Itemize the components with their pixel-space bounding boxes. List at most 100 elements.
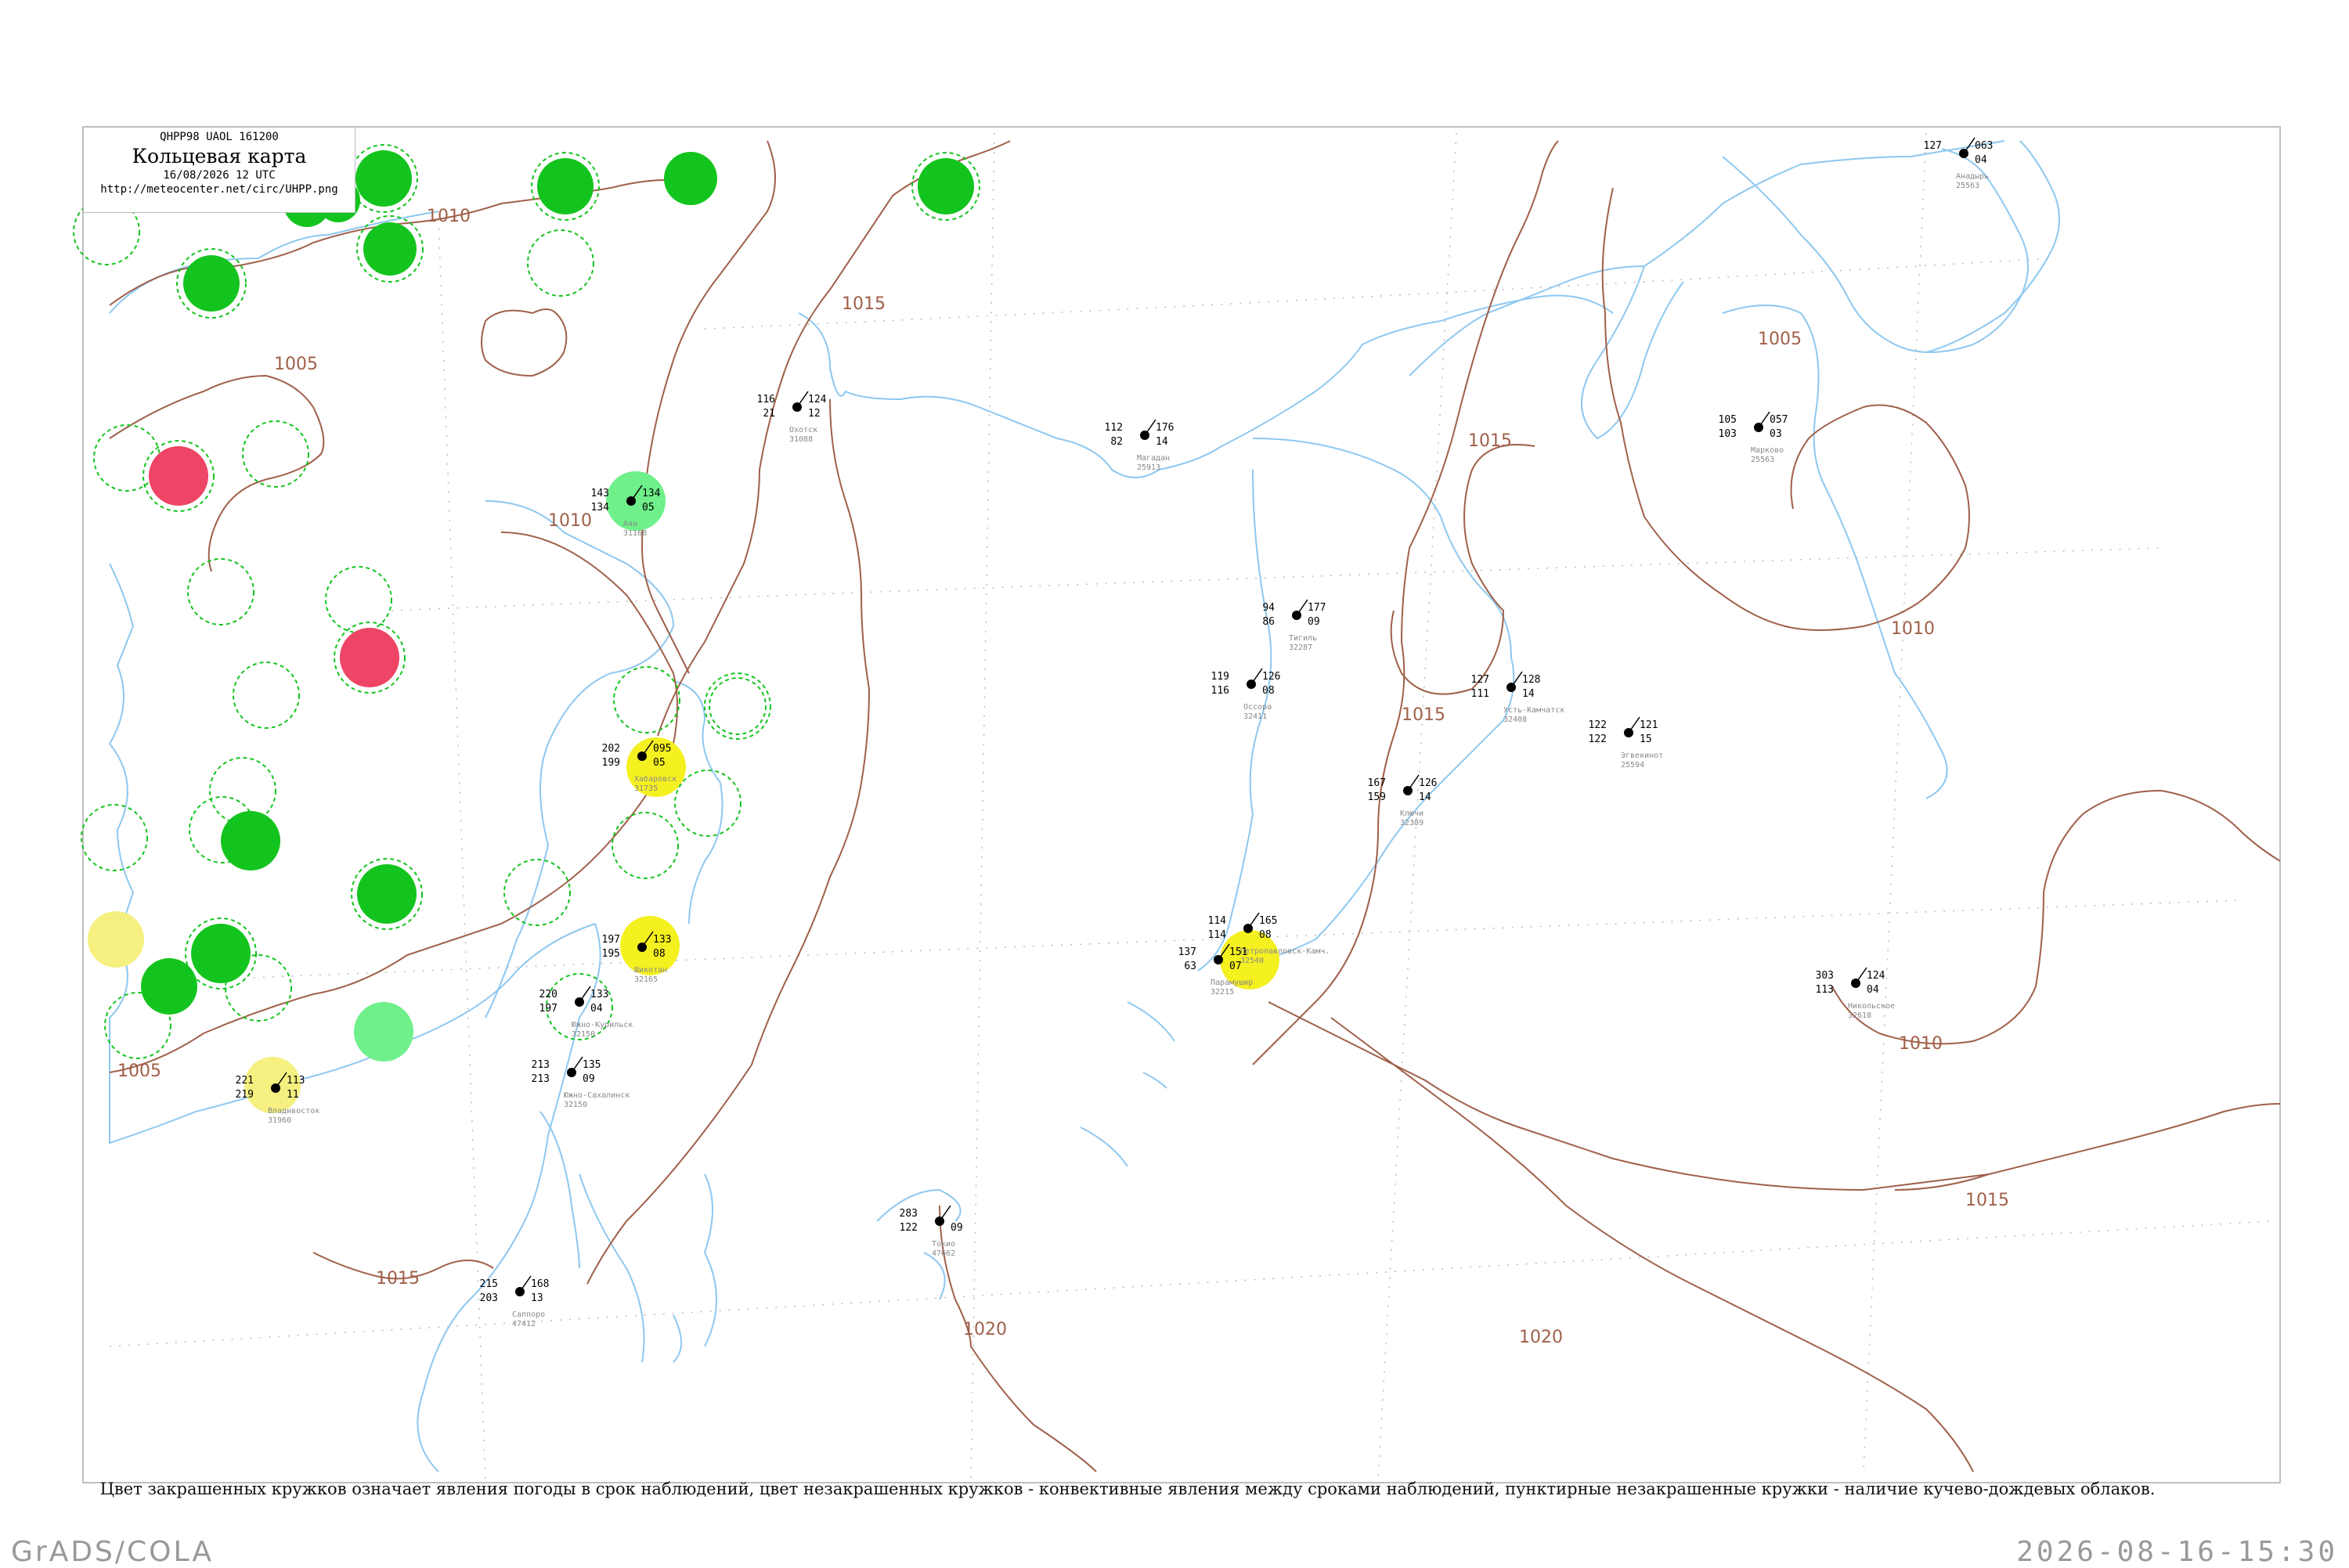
- station-d: 82: [1110, 436, 1123, 448]
- wind-barb-icon: [571, 1056, 583, 1073]
- station-t: 213: [532, 1059, 550, 1071]
- isobar-labels: 1010 1005 1010 1015 1005 1015 1005 1015 …: [117, 207, 2009, 1347]
- station-name: Аян: [623, 520, 637, 528]
- station-p: 135: [583, 1059, 601, 1071]
- station-id: 32408: [1503, 716, 1527, 724]
- station-name: Саппоро: [512, 1310, 545, 1319]
- station-plot: 127 128 111 14 Усть-Камчатск32408: [1471, 671, 1564, 724]
- wind-barb-icon: [519, 1275, 532, 1292]
- station-d: 113: [1816, 984, 1834, 996]
- station-plot: 94 177 86 09 Тигиль32287: [1262, 599, 1326, 652]
- red-circle: [340, 628, 399, 687]
- station-p: 151: [1229, 946, 1247, 958]
- station-d: 134: [591, 502, 610, 514]
- station-x2: 03: [1770, 428, 1782, 440]
- station-x2: 08: [653, 948, 666, 960]
- dashed-circle: [81, 804, 148, 871]
- station-id: 31168: [623, 529, 647, 538]
- station-plot: 303 124 113 04 Никольское32618: [1816, 967, 1895, 1020]
- timestamp-label: 2026-08-16-15:30: [2016, 1536, 2338, 1568]
- station-id: 32150: [572, 1030, 595, 1039]
- wind-barb-icon: [1250, 668, 1263, 685]
- map-title: Кольцевая карта: [132, 145, 307, 168]
- station-p: 133: [653, 934, 671, 946]
- station-d: 122: [1589, 734, 1607, 745]
- isobar-label: 1020: [1519, 1328, 1563, 1347]
- green-circle: [363, 222, 417, 276]
- station-t: 127: [1924, 140, 1942, 152]
- station-t: 105: [1719, 414, 1737, 426]
- yellow-circle: [88, 911, 144, 968]
- station-id: 32618: [1848, 1011, 1871, 1020]
- wind-barb-icon: [1628, 716, 1640, 734]
- station-id: 25594: [1621, 761, 1644, 770]
- station-x2: 13: [531, 1292, 543, 1304]
- station-p: 133: [590, 989, 608, 1000]
- map-datetime: 16/08/2026 12 UTC: [163, 169, 276, 182]
- dashed-circle: [503, 859, 571, 926]
- station-x2: 14: [1522, 688, 1535, 700]
- station-name: Охотск: [789, 426, 817, 434]
- station-t: 112: [1105, 422, 1123, 434]
- station-p: 124: [1867, 970, 1885, 982]
- grads-label: GrADS/COLA: [11, 1536, 215, 1568]
- station-id: 32287: [1289, 643, 1312, 652]
- station-t: 283: [900, 1208, 918, 1220]
- green-circle: [191, 924, 251, 983]
- isobar-label: 1005: [274, 355, 318, 374]
- station-p: 176: [1156, 422, 1174, 434]
- green-circle: [664, 152, 717, 205]
- station-p: 121: [1640, 719, 1658, 731]
- isobar-label: 1005: [117, 1062, 161, 1081]
- isobar-label: 1010: [1891, 619, 1935, 639]
- station-x2: 09: [1308, 616, 1320, 628]
- station-plot: 283 122 09 Токио47662: [900, 1205, 963, 1258]
- station-t: 303: [1816, 970, 1834, 982]
- dashed-circle: [612, 812, 679, 879]
- station-d: 114: [1208, 929, 1227, 941]
- station-x2: 08: [1259, 929, 1272, 941]
- station-p: 095: [653, 743, 671, 755]
- station-t: 122: [1589, 719, 1607, 731]
- dashed-circle: [709, 677, 767, 735]
- isobar-label: 1010: [427, 207, 471, 226]
- isobar-label: 1010: [1899, 1034, 1943, 1054]
- station-t: 116: [757, 394, 775, 406]
- station-x2: 04: [1975, 154, 1987, 166]
- wind-barb-icon: [1855, 967, 1867, 984]
- station-p: 126: [1419, 777, 1437, 789]
- station-id: 32150: [564, 1101, 587, 1109]
- green-circle: [918, 158, 974, 214]
- station-x2: 14: [1156, 436, 1168, 448]
- station-id: 25913: [1137, 463, 1160, 472]
- station-d: 199: [602, 757, 620, 769]
- dashed-circle: [674, 770, 742, 837]
- dashed-circle: [225, 954, 292, 1022]
- wind-barb-icon: [1407, 774, 1420, 791]
- lightgreen-circle: [354, 1002, 413, 1062]
- station-id: 32389: [1400, 819, 1423, 827]
- isobar-label: 1015: [376, 1269, 420, 1289]
- station-plot: 220 133 197 04 Южно-Курильск32150: [539, 986, 633, 1039]
- station-d: 63: [1184, 961, 1196, 972]
- green-circle: [141, 958, 197, 1015]
- dashed-circle: [233, 661, 300, 729]
- dashed-circle: [704, 672, 771, 740]
- station-t: 114: [1208, 915, 1227, 927]
- station-name: Петропавловск-Камч.: [1240, 947, 1330, 956]
- station-t: 137: [1178, 946, 1196, 958]
- isobars: [109, 140, 2281, 1472]
- station-t: 127: [1471, 674, 1489, 686]
- dashed-circle: [325, 566, 392, 633]
- wind-barb-icon: [1144, 419, 1156, 436]
- green-circle: [355, 150, 412, 207]
- wind-barb-icon: [579, 986, 591, 1003]
- station-plot: 127 063 04 Анадырь25563: [1924, 137, 1993, 190]
- isobar-label: 1010: [548, 511, 592, 531]
- station-p: 113: [287, 1075, 305, 1087]
- station-t: 143: [591, 488, 609, 499]
- wind-barb-icon: [796, 391, 809, 408]
- station-p: 134: [642, 488, 661, 499]
- station-d: 203: [480, 1292, 498, 1304]
- station-p: 128: [1522, 674, 1540, 686]
